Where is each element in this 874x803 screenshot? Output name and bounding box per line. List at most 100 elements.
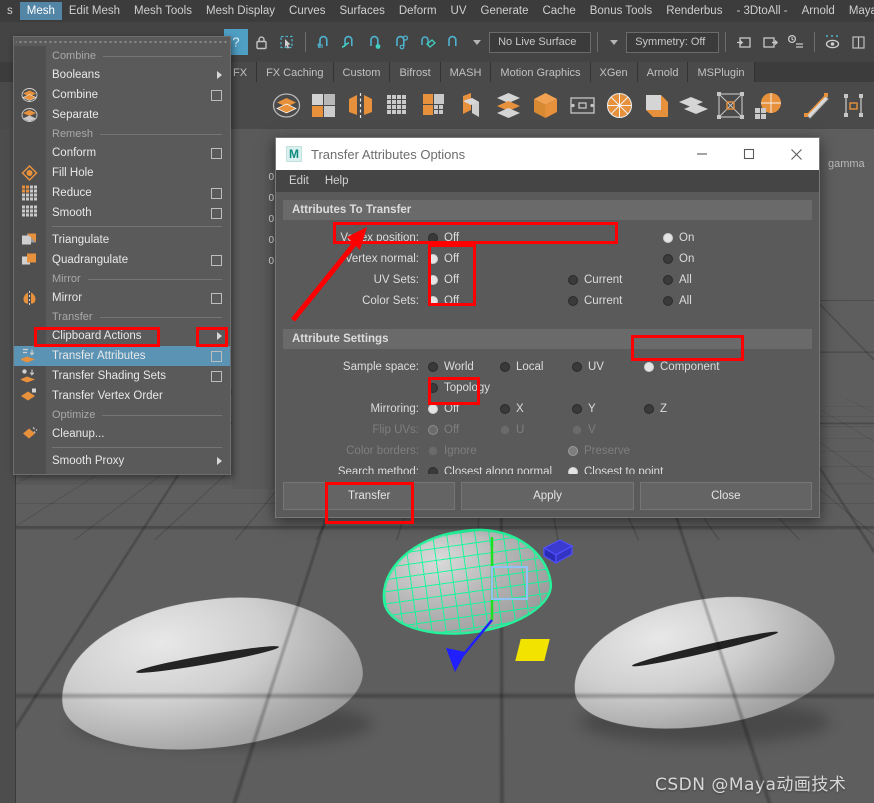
radio-color-sets-off[interactable]: Off bbox=[428, 295, 568, 307]
menu-item-separate[interactable]: Separate bbox=[14, 105, 230, 125]
channel-value[interactable]: 0 bbox=[232, 167, 280, 188]
maximize-button[interactable] bbox=[730, 139, 768, 169]
radio-uv-sets-all[interactable]: All bbox=[663, 274, 692, 286]
menu-item-mirror[interactable]: Mirror bbox=[14, 288, 230, 308]
menu-item-quadrangulate[interactable]: Quadrangulate bbox=[14, 250, 230, 270]
reduce-icon[interactable] bbox=[382, 90, 413, 121]
radio-button[interactable] bbox=[428, 295, 438, 306]
radio-mirroring-z[interactable]: Z bbox=[644, 403, 667, 415]
booleans-icon[interactable] bbox=[308, 90, 339, 121]
isolate-select-icon[interactable] bbox=[820, 29, 844, 55]
shelf-tab-arnold[interactable]: Arnold bbox=[637, 62, 689, 82]
transform-component-icon[interactable] bbox=[715, 90, 746, 121]
menu-item-3dtoall[interactable]: - 3DtoAll - bbox=[729, 2, 794, 20]
option-box-checkbox[interactable] bbox=[211, 292, 222, 304]
option-box-checkbox[interactable] bbox=[211, 370, 222, 382]
menu-item-transfer-vertex-order[interactable]: Transfer Vertex Order bbox=[14, 386, 230, 406]
menu-item-curves[interactable]: Curves bbox=[282, 2, 332, 20]
apply-button[interactable]: Apply bbox=[461, 481, 634, 510]
main-menu-bar[interactable]: s Mesh Edit Mesh Mesh Tools Mesh Display… bbox=[0, 0, 874, 22]
menu-item-surfaces[interactable]: Surfaces bbox=[332, 2, 391, 20]
multi-cut-icon[interactable] bbox=[801, 90, 832, 121]
extrude-icon[interactable] bbox=[456, 90, 487, 121]
close-button[interactable]: Close bbox=[639, 481, 812, 510]
radio-vertex-normal-on[interactable]: On bbox=[663, 253, 694, 265]
radio-button[interactable] bbox=[428, 403, 438, 414]
menu-item-clipboard-actions[interactable]: Clipboard Actions bbox=[14, 326, 230, 346]
selection-mask-icon[interactable] bbox=[276, 29, 300, 55]
option-box-checkbox[interactable] bbox=[211, 350, 222, 362]
bevel-icon[interactable] bbox=[530, 90, 561, 121]
radio-button[interactable] bbox=[644, 403, 654, 414]
radio-uv-sets-current[interactable]: Current bbox=[568, 274, 663, 286]
menu-item-bonus-tools[interactable]: Bonus Tools bbox=[583, 2, 659, 20]
menu-item-deform[interactable]: Deform bbox=[392, 2, 444, 20]
menu-item-cache[interactable]: Cache bbox=[535, 2, 582, 20]
radio-button[interactable] bbox=[572, 361, 582, 372]
option-box-checkbox[interactable] bbox=[211, 89, 222, 101]
snap-point-icon[interactable] bbox=[364, 29, 388, 55]
menu-item-mesh-display[interactable]: Mesh Display bbox=[199, 2, 282, 20]
menu-item-booleans[interactable]: Booleans bbox=[14, 65, 230, 85]
bridge-icon[interactable] bbox=[567, 90, 598, 121]
radio-button[interactable] bbox=[428, 274, 438, 285]
minimize-button[interactable] bbox=[683, 139, 721, 169]
channel-box[interactable]: 0 0 0 0 0 bbox=[232, 129, 280, 489]
option-box-checkbox[interactable] bbox=[211, 147, 222, 159]
shelf-tab-mash[interactable]: MASH bbox=[440, 62, 492, 82]
snap-orient-icon[interactable] bbox=[441, 29, 465, 55]
radio-mirroring-x[interactable]: X bbox=[500, 403, 572, 415]
shelf-tab-xgen[interactable]: XGen bbox=[590, 62, 638, 82]
dialog-title-bar[interactable]: M Transfer Attributes Options bbox=[276, 138, 819, 170]
menu-item-mesh[interactable]: Mesh bbox=[19, 2, 62, 20]
combine-icon[interactable] bbox=[271, 90, 302, 121]
radio-button[interactable] bbox=[663, 253, 673, 264]
menu-item-smooth-proxy[interactable]: Smooth Proxy bbox=[14, 451, 230, 471]
radio-sample-space-component[interactable]: Component bbox=[644, 361, 719, 373]
panel-layout-icon[interactable] bbox=[846, 29, 870, 55]
menu-item-edit-mesh[interactable]: Edit Mesh bbox=[62, 2, 127, 20]
radio-vertex-position-off[interactable]: Off bbox=[428, 232, 663, 244]
snap-curve-icon[interactable] bbox=[338, 29, 362, 55]
lock-icon[interactable] bbox=[250, 29, 274, 55]
menu-item-conform[interactable]: Conform bbox=[14, 143, 230, 163]
sphere-mesh-icon[interactable] bbox=[604, 90, 635, 121]
radio-uv-sets-off[interactable]: Off bbox=[428, 274, 568, 286]
radio-button[interactable] bbox=[500, 403, 510, 414]
smooth-icon[interactable] bbox=[493, 90, 524, 121]
shelf-tab-fx-caching[interactable]: FX Caching bbox=[257, 62, 334, 82]
snap-view-plane-icon[interactable] bbox=[415, 29, 439, 55]
channel-value[interactable]: 0 bbox=[232, 230, 280, 251]
snap-projected-center-icon[interactable] bbox=[390, 29, 414, 55]
shelf-tab-motion-graphics[interactable]: Motion Graphics bbox=[491, 62, 591, 82]
radio-sample-space-world[interactable]: World bbox=[428, 361, 500, 373]
target-weld-icon[interactable] bbox=[838, 90, 869, 121]
dialog-menu-help[interactable]: Help bbox=[319, 173, 355, 189]
live-surface-field[interactable]: No Live Surface bbox=[489, 31, 592, 53]
radio-sample-space-topology[interactable]: Topology bbox=[428, 382, 490, 394]
manipulator-center-handle[interactable] bbox=[491, 566, 528, 600]
channel-value[interactable]: 0 bbox=[232, 188, 280, 209]
channel-value[interactable]: 0 bbox=[232, 209, 280, 230]
menu-item-cleanup[interactable]: Cleanup... bbox=[14, 424, 230, 444]
shelf-tab-bifrost[interactable]: Bifrost bbox=[390, 62, 441, 82]
dialog-menu-bar[interactable]: Edit Help bbox=[276, 170, 819, 192]
radio-button[interactable] bbox=[568, 295, 578, 306]
close-icon[interactable] bbox=[777, 139, 815, 169]
radio-button[interactable] bbox=[572, 403, 582, 414]
radio-button[interactable] bbox=[428, 232, 438, 243]
radio-sample-space-uv[interactable]: UV bbox=[572, 361, 644, 373]
shelf-tab-msplugin[interactable]: MSPlugin bbox=[688, 62, 755, 82]
option-box-checkbox[interactable] bbox=[211, 187, 222, 199]
menu-item-fill-hole[interactable]: Fill Hole bbox=[14, 163, 230, 183]
radio-button[interactable] bbox=[428, 253, 438, 264]
construction-history-icon[interactable] bbox=[784, 29, 808, 55]
radio-color-sets-current[interactable]: Current bbox=[568, 295, 663, 307]
sculpt-icon[interactable] bbox=[752, 90, 783, 121]
transfer-attributes-options-dialog[interactable]: M Transfer Attributes Options Edit Help … bbox=[275, 137, 820, 518]
radio-button[interactable] bbox=[663, 232, 673, 243]
mesh-dropdown-menu[interactable]: Combine Booleans Combine Separate Remesh bbox=[13, 36, 231, 475]
output-connection-icon[interactable] bbox=[758, 29, 782, 55]
input-connection-icon[interactable] bbox=[732, 29, 756, 55]
quadrangulate-icon[interactable] bbox=[419, 90, 450, 121]
